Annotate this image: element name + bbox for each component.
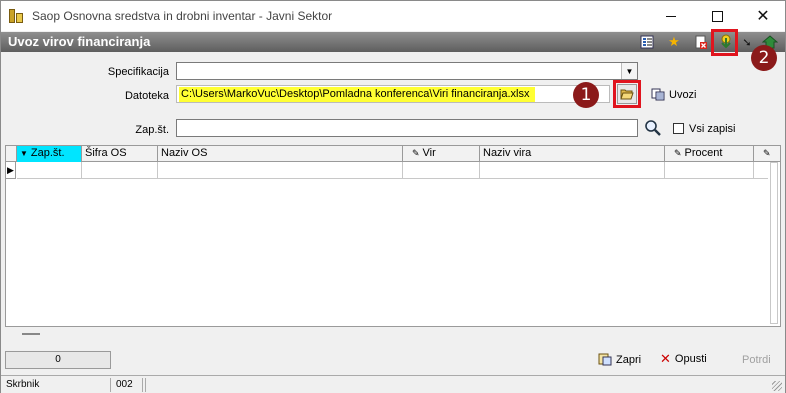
highlight-import-button	[711, 29, 738, 56]
uvozi-label: Uvozi	[669, 88, 697, 101]
save-close-icon	[598, 353, 612, 366]
status-user: Skrbnik	[3, 378, 111, 392]
horizontal-scrollbar[interactable]	[22, 333, 40, 335]
search-icon[interactable]	[644, 119, 662, 137]
col-sifra-os[interactable]: Šifra OS	[82, 146, 158, 162]
table-cell[interactable]	[17, 162, 82, 179]
app-icon	[9, 9, 23, 23]
title-bar: Saop Osnovna sredstva in drobni inventar…	[1, 1, 785, 31]
col-extra[interactable]: ✎	[754, 146, 780, 162]
resize-grip-icon[interactable]	[772, 381, 782, 391]
step-badge-1: 1	[573, 82, 599, 108]
vertical-scrollbar[interactable]	[770, 162, 778, 324]
table-cell[interactable]	[480, 162, 665, 179]
col-vir[interactable]: ✎ Vir	[403, 146, 480, 162]
datoteka-input[interactable]: C:\Users\MarkoVuc\Desktop\Pomladna konfe…	[176, 85, 610, 103]
opusti-button[interactable]: ✕ Opusti	[660, 351, 707, 366]
specifikacija-select[interactable]: ▼	[176, 62, 638, 80]
table-cell[interactable]	[403, 162, 480, 179]
datoteka-label: Datoteka	[124, 90, 169, 102]
status-code: 002	[113, 378, 143, 392]
data-grid[interactable]: ▼ Zap.št. Šifra OS Naziv OS ✎ Vir Naziv vi…	[5, 145, 781, 335]
opusti-label: Opusti	[674, 353, 707, 365]
arrow-icon[interactable]: ➘	[738, 33, 756, 51]
maximize-button[interactable]	[695, 1, 739, 31]
table-cell[interactable]	[158, 162, 403, 179]
zapst-search-input[interactable]	[176, 119, 638, 137]
row-indicator-icon: ▶	[6, 162, 16, 179]
record-count: 0	[5, 351, 111, 369]
col-procent[interactable]: ✎ Procent	[665, 146, 754, 162]
uvozi-button[interactable]: Uvozi	[651, 88, 697, 101]
edit-pencil-icon: ✎	[674, 148, 682, 158]
table-cell[interactable]	[665, 162, 754, 179]
close-doc-icon[interactable]	[692, 33, 710, 51]
vsi-zapisi-checkbox[interactable]	[673, 123, 684, 134]
app-window: Saop Osnovna sredstva in drobni inventar…	[0, 0, 786, 393]
table-cell[interactable]	[82, 162, 158, 179]
col-naziv-os[interactable]: Naziv OS	[158, 146, 403, 162]
zapst-label: Zap.št.	[135, 124, 169, 136]
datoteka-value: C:\Users\MarkoVuc\Desktop\Pomladna konfe…	[179, 87, 535, 102]
list-icon[interactable]	[638, 33, 656, 51]
specifikacija-label: Specifikacija	[107, 66, 169, 78]
chevron-down-icon[interactable]: ▼	[621, 63, 637, 79]
zapri-label: Zapri	[616, 353, 642, 366]
cancel-x-icon: ✕	[660, 351, 671, 366]
potrdi-label: Potrdi	[742, 354, 771, 366]
step-badge-2: 2	[751, 45, 777, 71]
col-naziv-vira[interactable]: Naziv vira	[480, 146, 665, 162]
minimize-button[interactable]	[649, 1, 693, 31]
sort-down-icon: ▼	[20, 149, 28, 158]
grid-corner	[6, 146, 17, 162]
potrdi-button[interactable]: Potrdi	[742, 354, 771, 366]
highlight-browse-button	[613, 80, 641, 108]
table-cell[interactable]	[754, 162, 768, 179]
col-zapst[interactable]: ▼ Zap.št.	[17, 146, 82, 162]
vsi-zapisi-label: Vsi zapisi	[689, 123, 736, 135]
import-table-icon	[651, 88, 665, 101]
star-icon[interactable]: ★	[665, 33, 683, 51]
edit-pencil-icon: ✎	[412, 148, 420, 158]
window-title: Saop Osnovna sredstva in drobni inventar…	[32, 9, 333, 23]
module-title: Uvoz virov financiranja	[8, 34, 151, 49]
edit-pencil-icon: ✎	[763, 148, 771, 158]
status-bar: Skrbnik 002	[1, 375, 785, 393]
grid-header: ▼ Zap.št. Šifra OS Naziv OS ✎ Vir Naziv vi…	[6, 146, 780, 162]
status-message	[145, 378, 765, 392]
zapri-button[interactable]: Zapri	[598, 353, 641, 366]
close-button[interactable]: ✕	[741, 1, 785, 31]
module-header: Uvoz virov financiranja ★ ➘	[1, 32, 785, 52]
